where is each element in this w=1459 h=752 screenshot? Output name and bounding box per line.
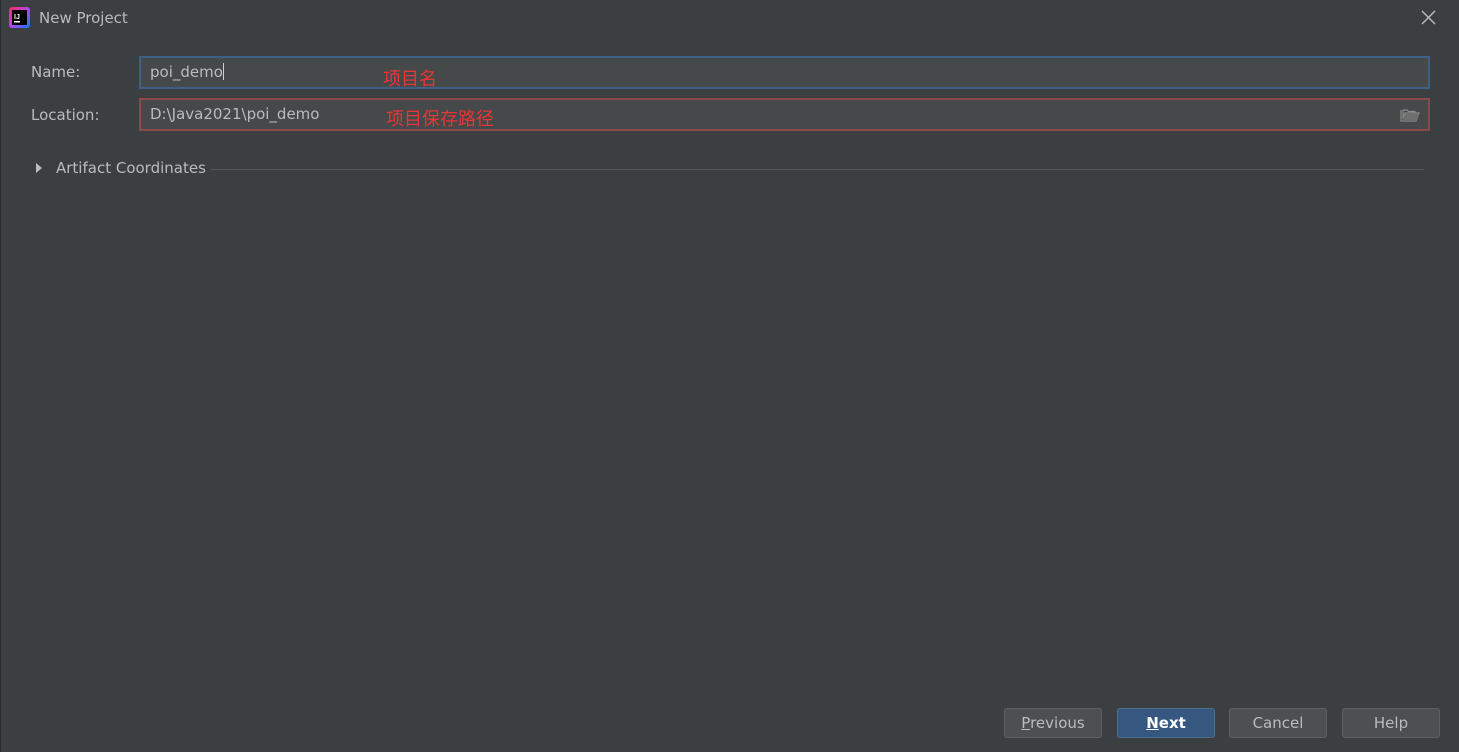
text-caret <box>222 63 224 80</box>
new-project-dialog: IJ New Project Name: poi_demo 项目名 Locati… <box>0 0 1459 752</box>
location-input-value: D:\Java2021\poi_demo <box>150 105 320 123</box>
name-label: Name: <box>31 63 81 81</box>
previous-button[interactable]: Previous <box>1004 708 1102 738</box>
help-button[interactable]: Help <box>1342 708 1440 738</box>
next-button[interactable]: Next <box>1117 708 1215 738</box>
previous-label-rest: revious <box>1030 714 1085 732</box>
location-label: Location: <box>31 106 100 124</box>
cancel-button[interactable]: Cancel <box>1229 708 1327 738</box>
folder-icon[interactable] <box>1400 107 1420 123</box>
name-input[interactable]: poi_demo <box>139 56 1430 89</box>
location-input[interactable]: D:\Java2021\poi_demo <box>139 98 1430 131</box>
name-annotation: 项目名 <box>383 69 437 90</box>
window-title: New Project <box>39 9 128 27</box>
triangle-right-icon <box>36 163 42 173</box>
svg-text:IJ: IJ <box>14 14 20 21</box>
next-label-rest: ext <box>1158 714 1186 732</box>
section-divider <box>211 169 1424 170</box>
artifact-coordinates-toggle[interactable]: Artifact Coordinates <box>36 158 1426 178</box>
location-annotation: 项目保存路径 <box>386 109 494 130</box>
next-mnemonic: N <box>1146 714 1159 732</box>
window-edge <box>0 0 1 752</box>
intellij-idea-icon: IJ <box>9 7 30 28</box>
previous-mnemonic: P <box>1021 714 1031 732</box>
artifact-coordinates-label: Artifact Coordinates <box>56 159 206 177</box>
title-bar: IJ New Project <box>0 0 1459 36</box>
close-icon[interactable] <box>1419 8 1439 28</box>
name-input-value: poi_demo <box>150 63 223 81</box>
